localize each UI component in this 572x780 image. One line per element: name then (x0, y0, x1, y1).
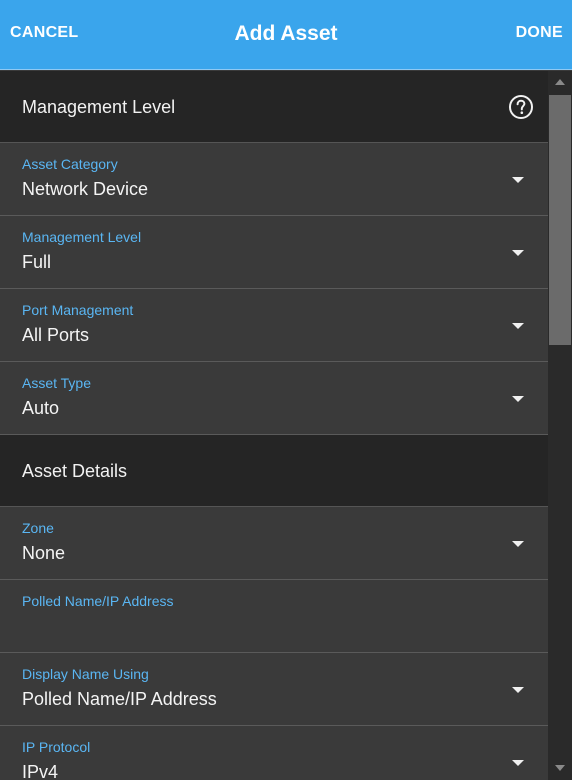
asset-type-select[interactable]: Asset Type Auto (0, 362, 548, 435)
scroll-up-arrow-icon[interactable] (555, 79, 565, 85)
section-header-management-level: Management Level (0, 71, 548, 143)
scroll-down-arrow-icon[interactable] (555, 765, 565, 771)
field-label: Management Level (22, 229, 142, 245)
scrollbar-thumb[interactable] (549, 95, 571, 345)
chevron-down-icon (512, 760, 524, 766)
add-asset-dialog: CANCEL Add Asset DONE Management Level A… (0, 0, 572, 780)
field-value: Auto (22, 398, 60, 418)
top-bar: CANCEL Add Asset DONE (0, 0, 572, 70)
section-title: Management Level (22, 97, 176, 117)
chevron-down-icon (512, 541, 524, 547)
field-label: IP Protocol (22, 739, 91, 755)
port-management-select[interactable]: Port Management All Ports (0, 289, 548, 362)
field-label: Polled Name/IP Address (22, 593, 174, 609)
asset-category-select[interactable]: Asset Category Network Device (0, 143, 548, 216)
zone-select[interactable]: Zone None (0, 507, 548, 580)
field-value: Polled Name/IP Address (22, 689, 217, 709)
chevron-down-icon (512, 396, 524, 402)
polled-name-input[interactable]: Polled Name/IP Address (0, 580, 548, 653)
field-label: Port Management (22, 302, 134, 318)
dialog-title: Add Asset (234, 22, 338, 45)
field-value: Full (22, 252, 52, 272)
chevron-down-icon (512, 250, 524, 256)
field-value: Network Device (22, 179, 149, 199)
chevron-down-icon (512, 323, 524, 329)
field-label: Asset Category (22, 156, 118, 172)
display-name-using-select[interactable]: Display Name Using Polled Name/IP Addres… (0, 653, 548, 726)
ip-protocol-select[interactable]: IP Protocol IPv4 (0, 726, 548, 780)
chevron-down-icon (512, 177, 524, 183)
section-title: Asset Details (22, 461, 128, 481)
chevron-down-icon (512, 687, 524, 693)
form-content: Management Level Asset Category Network … (0, 71, 548, 780)
field-value: None (22, 543, 66, 563)
help-circle-icon[interactable] (508, 94, 534, 120)
field-value: IPv4 (22, 762, 59, 780)
vertical-scrollbar[interactable] (548, 71, 572, 780)
done-button[interactable]: DONE (516, 24, 563, 42)
field-label: Zone (22, 520, 54, 536)
field-label: Display Name Using (22, 666, 149, 682)
management-level-select[interactable]: Management Level Full (0, 216, 548, 289)
field-value: All Ports (22, 325, 90, 345)
field-label: Asset Type (22, 375, 92, 391)
section-header-asset-details: Asset Details (0, 435, 548, 507)
